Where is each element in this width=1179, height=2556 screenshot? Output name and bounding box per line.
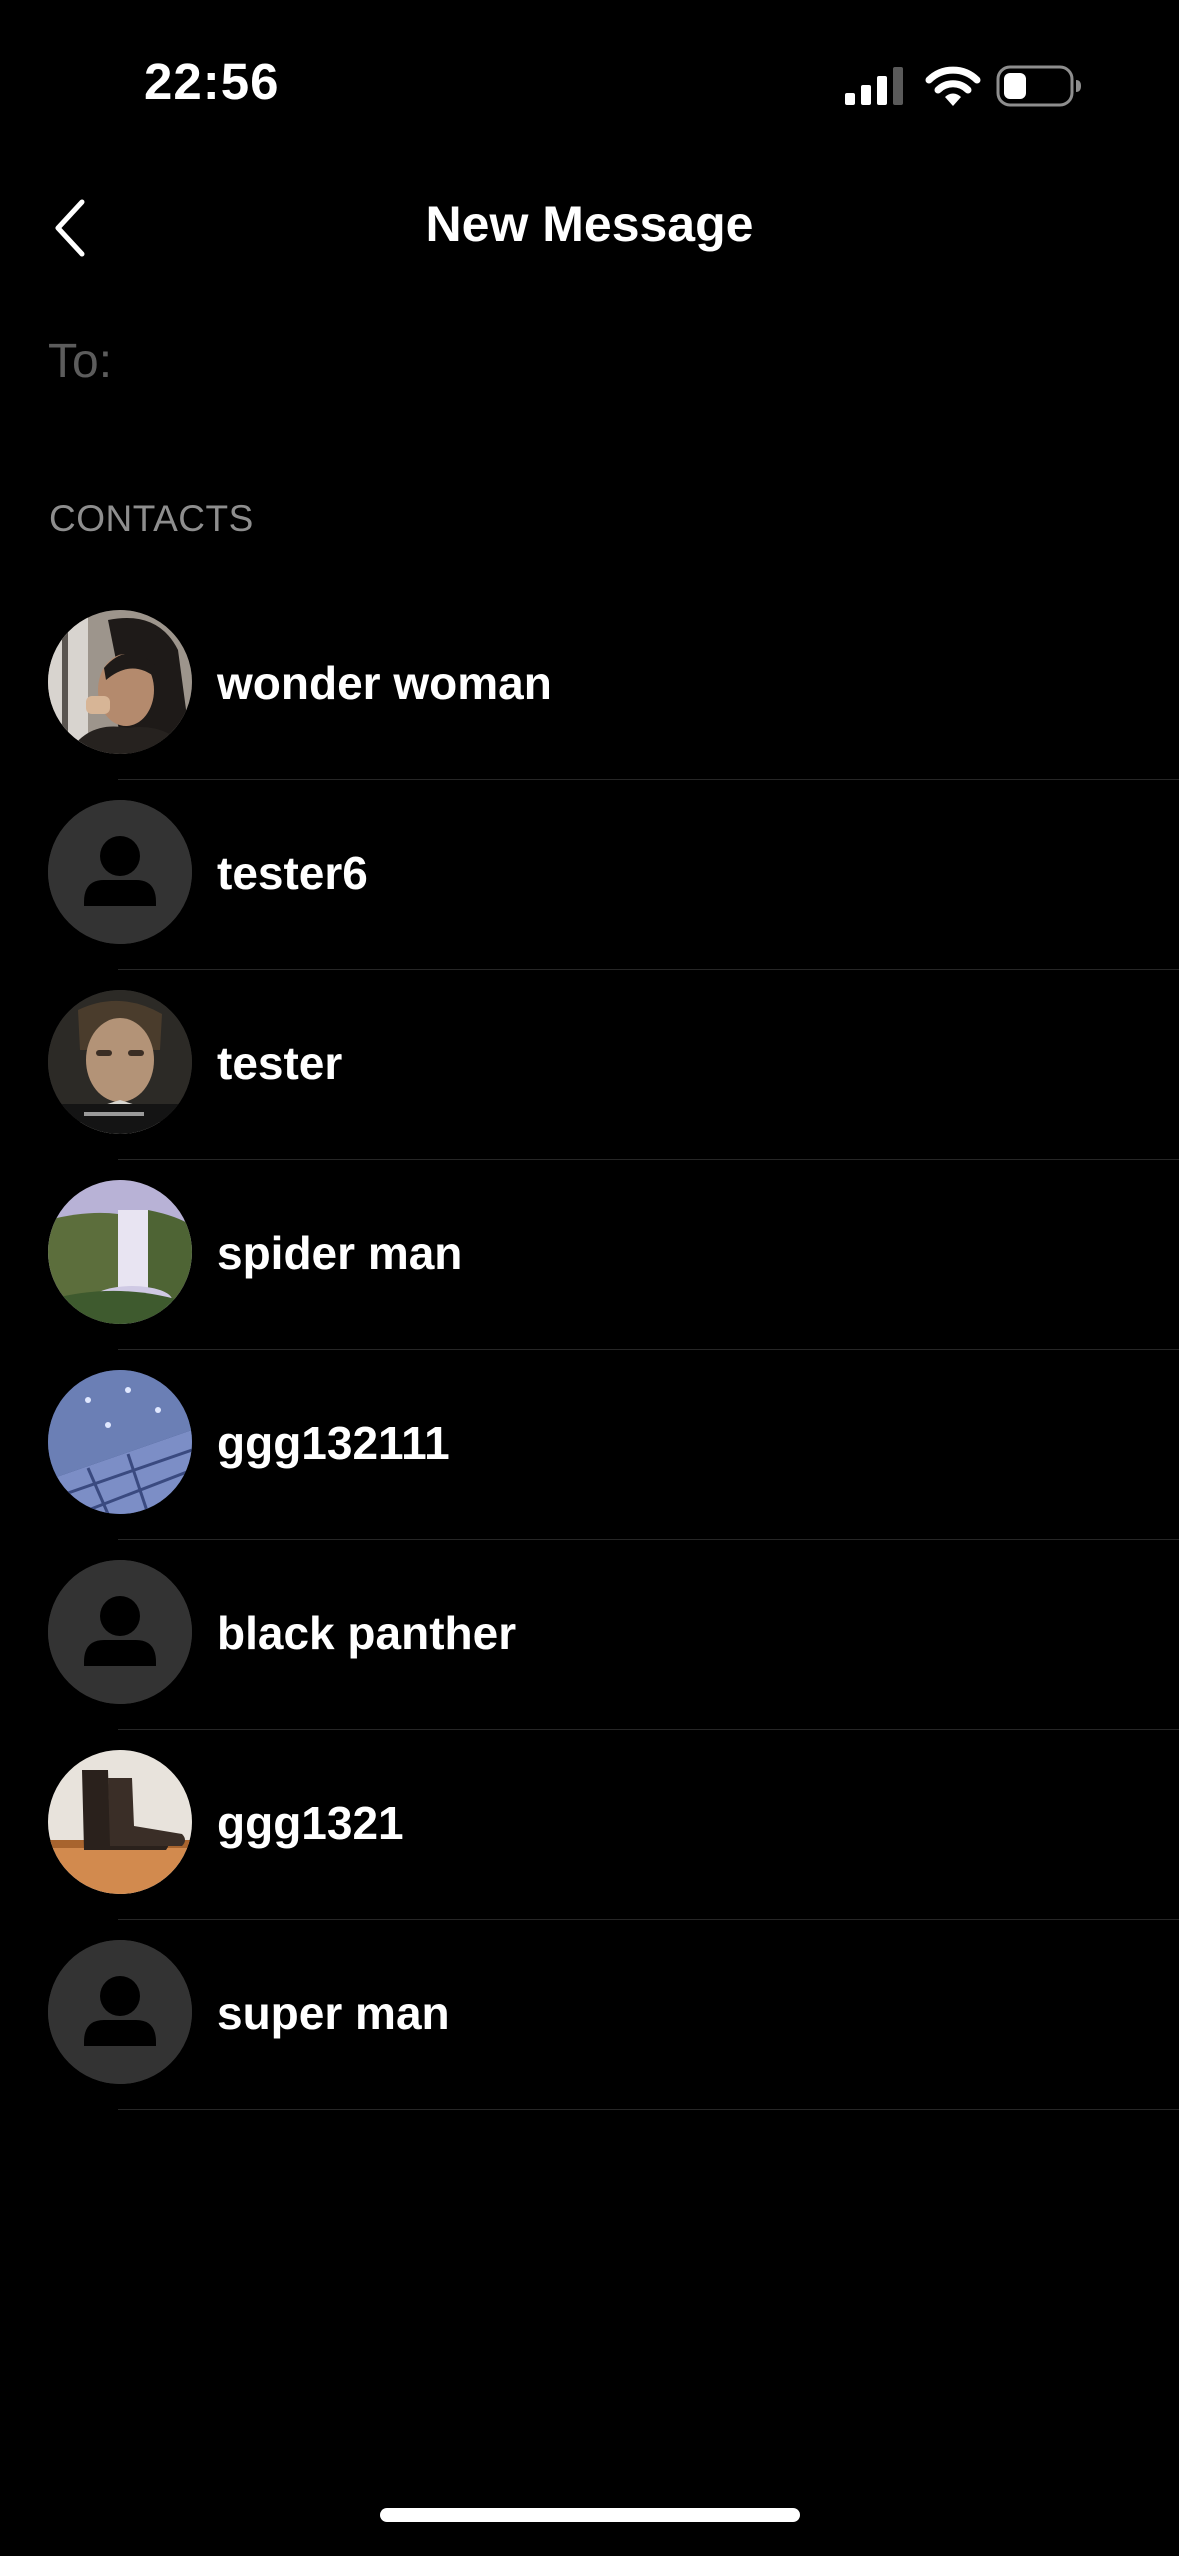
contact-row[interactable]: tester6 (0, 780, 1179, 970)
contact-name: spider man (217, 1227, 463, 1279)
avatar (48, 1940, 192, 2084)
avatar (48, 1370, 192, 1514)
photo-boots-icon (48, 1750, 192, 1894)
avatar (48, 990, 192, 1134)
photo-face-icon (48, 990, 192, 1134)
contact-row[interactable]: spider man (0, 1160, 1179, 1350)
contact-row[interactable]: ggg132111 (0, 1350, 1179, 1540)
recipient-label: To: (48, 334, 113, 388)
contact-list: wonder woman tester6 tester spider man g… (0, 590, 1179, 2110)
default-person-icon (48, 1940, 192, 2084)
photo-building-icon (48, 1370, 192, 1514)
contact-name: wonder woman (217, 657, 552, 709)
contact-name: tester6 (217, 847, 368, 899)
contact-row[interactable]: ggg1321 (0, 1730, 1179, 1920)
signal-icon (845, 67, 903, 105)
contact-row[interactable]: black panther (0, 1540, 1179, 1730)
default-person-icon (48, 1560, 192, 1704)
photo-waterfall-icon (48, 1180, 192, 1324)
avatar (48, 610, 192, 754)
contact-row[interactable]: super man (0, 1920, 1179, 2110)
page-title: New Message (425, 196, 754, 252)
avatar (48, 800, 192, 944)
avatar (48, 1560, 192, 1704)
contacts-header: CONTACTS (49, 498, 254, 539)
avatar (48, 1750, 192, 1894)
contact-name: super man (217, 1987, 450, 2039)
home-indicator[interactable] (380, 2508, 800, 2522)
status-time: 22:56 (144, 53, 280, 110)
recipient-input[interactable] (126, 330, 1138, 392)
battery-icon (996, 65, 1081, 107)
contact-name: ggg132111 (217, 1417, 450, 1469)
default-person-icon (48, 800, 192, 944)
contact-name: tester (217, 1037, 343, 1089)
photo-person-icon (48, 610, 192, 754)
contact-name: ggg1321 (217, 1797, 404, 1849)
contact-row[interactable]: wonder woman (0, 590, 1179, 780)
avatar (48, 1180, 192, 1324)
contact-row[interactable]: tester (0, 970, 1179, 1160)
recipient-field[interactable]: To: (48, 328, 1138, 394)
wifi-icon (925, 66, 981, 106)
contact-name: black panther (217, 1607, 517, 1659)
